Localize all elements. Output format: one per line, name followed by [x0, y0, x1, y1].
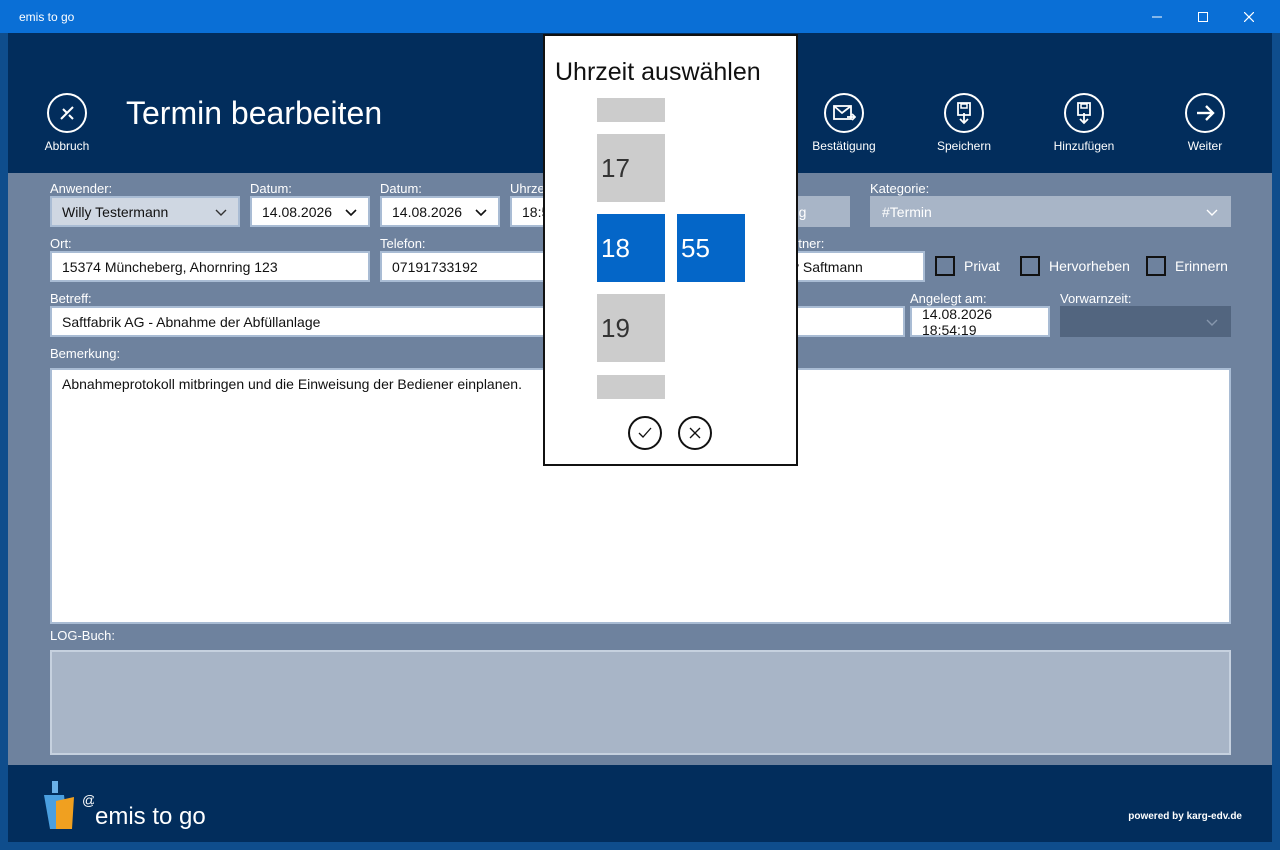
- confirm-label: Bestätigung: [812, 139, 876, 153]
- date2-picker[interactable]: 14.08.2026: [380, 196, 500, 227]
- close-icon: [1244, 11, 1254, 22]
- checkbox-icon: [935, 256, 955, 276]
- cancel-button[interactable]: Abbruch: [42, 93, 92, 153]
- hour-option-partial[interactable]: [597, 375, 665, 399]
- private-checkbox[interactable]: Privat: [935, 256, 1000, 276]
- svg-text:@: @: [82, 792, 94, 808]
- minute-value: 55: [681, 232, 710, 263]
- powered-by-text: powered by karg-edv.de: [1128, 811, 1242, 822]
- accept-button[interactable]: [628, 416, 662, 450]
- partner-value: y Saftmann: [792, 258, 863, 275]
- logo-text: emis to go: [95, 803, 206, 830]
- phone-value: 07191733192: [392, 258, 478, 275]
- remark-label: Bemerkung:: [50, 346, 121, 361]
- save-add-icon: [1064, 93, 1104, 133]
- hour-value: 19: [601, 312, 630, 343]
- cancel-label: Abbruch: [44, 139, 90, 153]
- close-button[interactable]: [1226, 0, 1272, 33]
- cancel-icon: [47, 93, 87, 133]
- maximize-icon: [1198, 11, 1208, 22]
- add-label: Hinzufügen: [1053, 139, 1115, 153]
- minimize-icon: [1152, 16, 1162, 17]
- user-select[interactable]: Willy Testermann: [50, 196, 240, 227]
- minimize-button[interactable]: [1134, 0, 1180, 33]
- time-picker-dialog: Uhrzeit auswählen 17 18 55 19: [543, 34, 798, 466]
- date2-value: 14.08.2026: [392, 203, 463, 220]
- hour-value: 17: [601, 152, 630, 183]
- next-button[interactable]: Weiter: [1179, 93, 1231, 153]
- phone-label: Telefon:: [380, 236, 426, 251]
- checkmark-icon: [638, 427, 652, 438]
- confirm-button[interactable]: Bestätigung: [804, 93, 884, 153]
- prewarn-label: Vorwarnzeit:: [1060, 291, 1132, 306]
- window-title: emis to go: [19, 10, 75, 24]
- dialog-title: Uhrzeit auswählen: [555, 58, 761, 86]
- date1-value: 14.08.2026: [262, 203, 333, 220]
- checkbox-icon: [1146, 256, 1166, 276]
- log-label: LOG-Buch:: [50, 628, 116, 643]
- category-select[interactable]: #Termin: [870, 196, 1231, 227]
- subject-value: Saftfabrik AG - Abnahme der Abfüllanlage: [62, 313, 321, 330]
- chevron-down-icon: [1206, 319, 1218, 326]
- arrow-right-icon: [1185, 93, 1225, 133]
- next-label: Weiter: [1187, 139, 1223, 153]
- remind-checkbox[interactable]: Erinnern: [1146, 256, 1228, 276]
- page-title: Termin bearbeiten: [126, 95, 383, 131]
- partner-input[interactable]: y Saftmann: [780, 251, 925, 282]
- remind-label: Erinnern: [1175, 258, 1228, 274]
- chevron-down-icon: [1206, 209, 1218, 216]
- created-value: 14.08.2026 18:54:19: [922, 305, 993, 338]
- subject-label: Betreff:: [50, 291, 92, 306]
- category-value: #Termin: [882, 203, 932, 220]
- app-logo-icon: @: [42, 781, 96, 838]
- date1-picker[interactable]: 14.08.2026: [250, 196, 370, 227]
- close-icon: [689, 427, 701, 439]
- hour-option-selected[interactable]: 18: [597, 214, 665, 282]
- user-value: Willy Testermann: [62, 203, 169, 220]
- add-button[interactable]: Hinzufügen: [1044, 93, 1124, 153]
- highlight-label: Hervorheben: [1049, 258, 1130, 274]
- log-textarea[interactable]: [50, 650, 1231, 755]
- place-label: Ort:: [50, 236, 72, 251]
- phone-input[interactable]: 07191733192: [380, 251, 560, 282]
- hour-value: 18: [601, 232, 630, 263]
- minute-option-selected[interactable]: 55: [677, 214, 745, 282]
- user-label: Anwender:: [50, 181, 113, 196]
- dismiss-button[interactable]: [678, 416, 712, 450]
- hour-option[interactable]: 17: [597, 134, 665, 202]
- place-input[interactable]: 15374 Müncheberg, Ahornring 123: [50, 251, 370, 282]
- date1-label: Datum:: [250, 181, 292, 196]
- hour-option[interactable]: 19: [597, 294, 665, 362]
- date2-label: Datum:: [380, 181, 422, 196]
- category-label: Kategorie:: [870, 181, 930, 196]
- place-value: 15374 Müncheberg, Ahornring 123: [62, 258, 278, 275]
- save-icon: [944, 93, 984, 133]
- title-bar: emis to go: [0, 0, 1280, 33]
- created-label: Angelegt am:: [910, 291, 987, 306]
- created-field: 14.08.2026 18:54:19: [910, 305, 1050, 338]
- chevron-down-icon: [475, 208, 487, 216]
- save-label: Speichern: [936, 139, 992, 153]
- chevron-down-icon: [345, 208, 357, 216]
- prewarn-select[interactable]: [1060, 306, 1231, 337]
- hour-option-partial[interactable]: [597, 98, 665, 122]
- private-label: Privat: [964, 258, 1000, 274]
- remark-value: Abnahmeprotokoll mitbringen und die Einw…: [62, 376, 522, 392]
- highlight-checkbox[interactable]: Hervorheben: [1020, 256, 1130, 276]
- partner-label: rtner:: [794, 236, 825, 251]
- maximize-button[interactable]: [1180, 0, 1226, 33]
- time-label: Uhrze: [510, 181, 545, 196]
- envelope-arrow-icon: [824, 93, 864, 133]
- checkbox-icon: [1020, 256, 1040, 276]
- save-button[interactable]: Speichern: [928, 93, 1000, 153]
- app-window: emis to go Abbruch Termin bearbeiten Bes…: [0, 0, 1280, 850]
- chevron-down-icon: [215, 209, 227, 216]
